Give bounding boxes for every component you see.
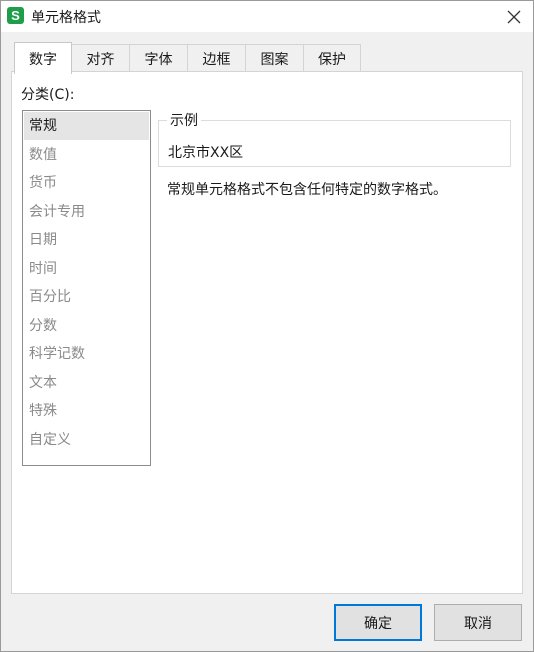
- dialog-title: 单元格格式: [31, 10, 101, 26]
- category-item-general[interactable]: 常规: [24, 112, 149, 140]
- title-bar: S 单元格格式: [1, 1, 533, 32]
- category-item-number[interactable]: 数值: [24, 141, 149, 169]
- category-list[interactable]: 常规 数值 货币 会计专用 日期 时间 百分比 分数 科学记数 文本 特殊 自定…: [22, 110, 151, 466]
- category-label: 分类(C):: [21, 87, 75, 103]
- category-item-currency[interactable]: 货币: [24, 169, 149, 197]
- tab-number[interactable]: 数字: [14, 42, 72, 74]
- category-item-text[interactable]: 文本: [24, 369, 149, 397]
- cancel-button[interactable]: 取消: [434, 604, 522, 641]
- category-item-scientific[interactable]: 科学记数: [24, 340, 149, 368]
- sample-value: 北京市XX区: [168, 145, 244, 161]
- sample-group: 示例 北京市XX区: [158, 110, 511, 167]
- category-item-percentage[interactable]: 百分比: [24, 283, 149, 311]
- tab-protection[interactable]: 保护: [303, 44, 361, 73]
- category-item-date[interactable]: 日期: [24, 226, 149, 254]
- close-button[interactable]: [499, 2, 529, 31]
- tab-border[interactable]: 边框: [187, 44, 246, 73]
- category-item-special[interactable]: 特殊: [24, 397, 149, 425]
- tab-bar: 数字 对齐 字体 边框 图案 保护: [14, 42, 361, 74]
- sample-legend: 示例: [167, 110, 201, 130]
- number-tab-panel: 分类(C): 常规 数值 货币 会计专用 日期 时间 百分比 分数 科学记数 文…: [11, 71, 523, 594]
- tab-font[interactable]: 字体: [129, 44, 188, 73]
- category-item-time[interactable]: 时间: [24, 255, 149, 283]
- category-item-accounting[interactable]: 会计专用: [24, 198, 149, 226]
- category-item-fraction[interactable]: 分数: [24, 312, 149, 340]
- wps-spreadsheet-icon: S: [7, 7, 24, 24]
- close-icon: [507, 10, 521, 23]
- ok-button[interactable]: 确定: [334, 604, 422, 641]
- tab-pattern[interactable]: 图案: [245, 44, 304, 73]
- format-description: 常规单元格格式不包含任何特定的数字格式。: [167, 182, 447, 198]
- tab-alignment[interactable]: 对齐: [71, 44, 130, 73]
- format-cells-dialog: S 单元格格式 数字 对齐 字体 边框 图案 保护 分类(C): 常规 数值 货…: [0, 0, 534, 652]
- category-item-custom[interactable]: 自定义: [24, 426, 149, 454]
